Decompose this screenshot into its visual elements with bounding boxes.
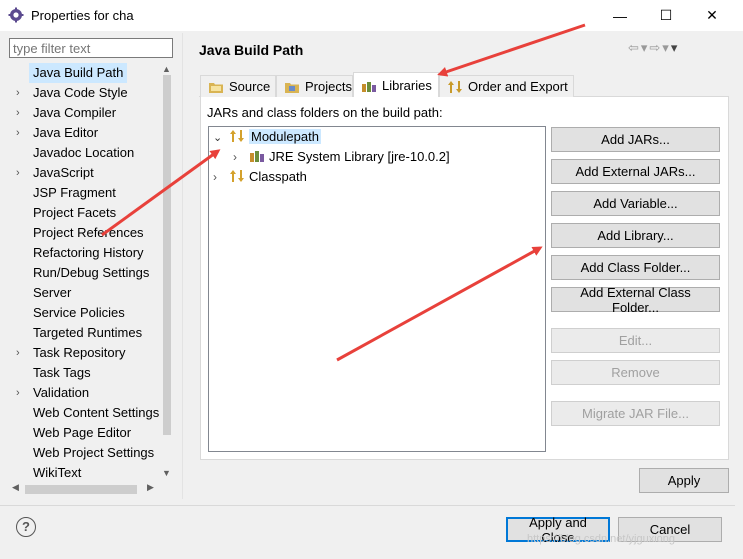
annotation-arrows bbox=[101, 23, 586, 362]
arrow-to-libraries-tab bbox=[437, 23, 586, 77]
arrow-to-modulepath bbox=[101, 149, 221, 237]
arrow-to-add-library bbox=[336, 246, 543, 362]
